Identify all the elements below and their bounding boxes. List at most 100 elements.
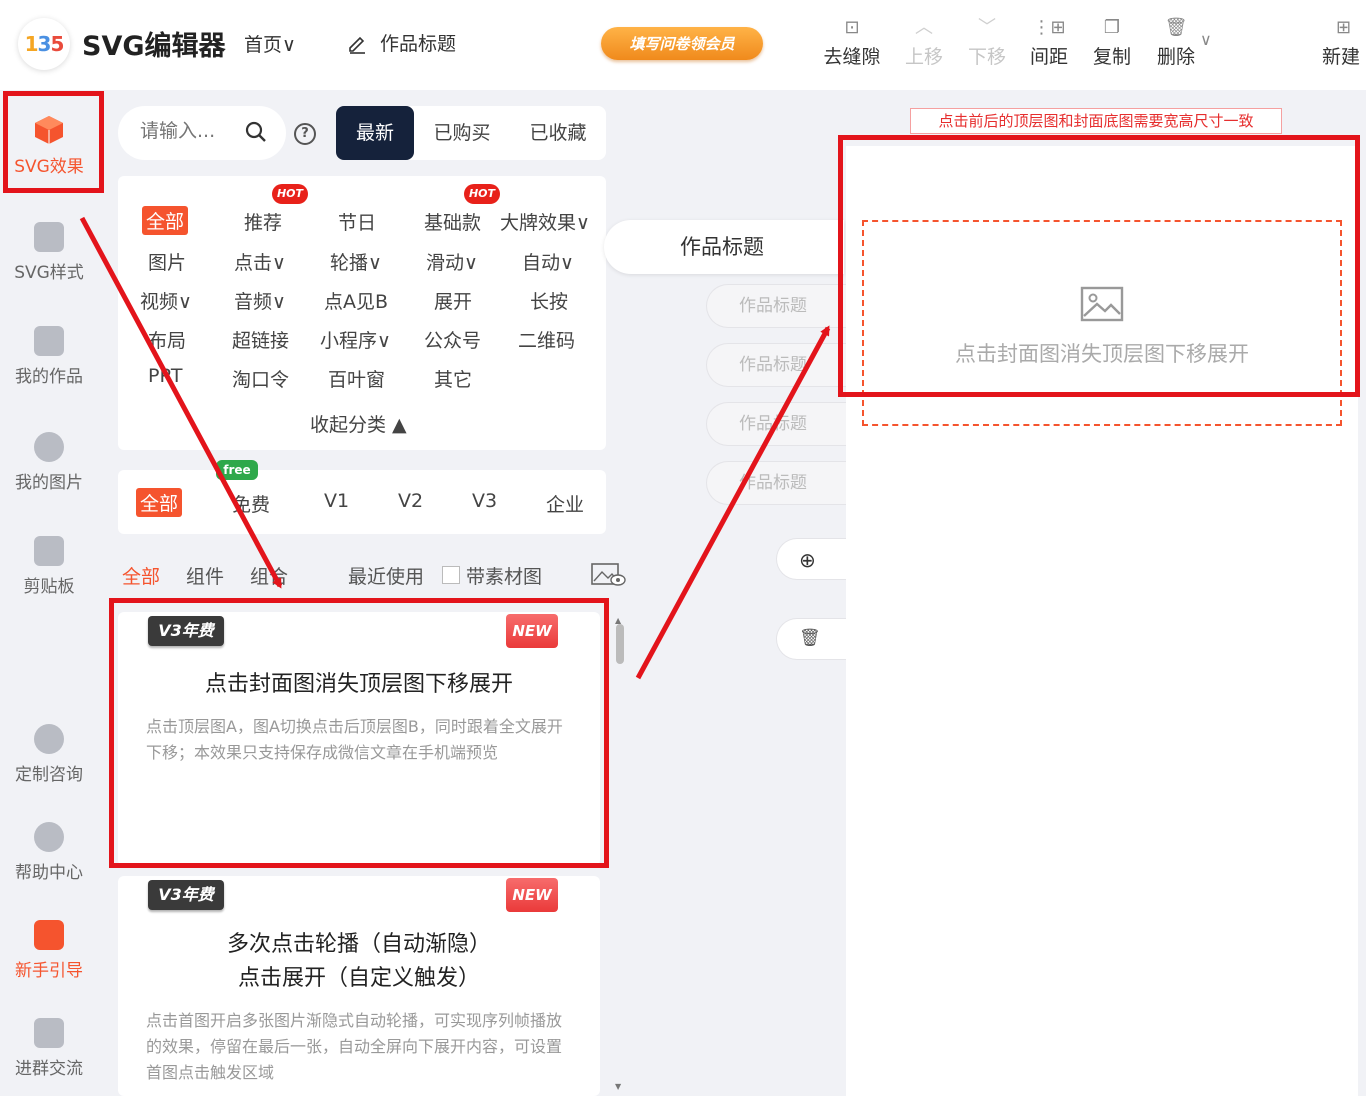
rail-item-help-center[interactable]: 帮助中心 (0, 822, 98, 883)
scroll-down-arrow[interactable]: ▼ (615, 1082, 621, 1091)
rail-label: 我的作品 (15, 367, 83, 387)
category-qr-code[interactable]: 二维码 (518, 326, 575, 353)
filter-with-material[interactable]: 带素材图 (466, 562, 542, 589)
filter-all[interactable]: 全部 (122, 562, 160, 589)
template-title: 点击封面图消失顶层图下移展开 (204, 672, 513, 697)
tool-copy[interactable]: ❐ 复制 (1080, 14, 1144, 69)
add-page-button[interactable]: ⊕ (776, 538, 846, 580)
chevron-down-icon[interactable]: ∨ (1200, 30, 1212, 49)
with-material-checkbox[interactable] (442, 566, 460, 584)
search-input[interactable] (140, 120, 222, 142)
phone-preview[interactable]: 点击封面图消失顶层图下移展开 (846, 146, 1358, 1096)
filter-combination[interactable]: 组合 (250, 562, 288, 589)
page-tab[interactable]: 作品标题 (706, 461, 846, 505)
search-icon[interactable] (244, 120, 268, 144)
category-taobao-code[interactable]: 淘口令 (232, 365, 289, 392)
rail-item-beginner-guide[interactable]: 新手引导 (0, 920, 98, 981)
category-ppt[interactable]: PPT (148, 365, 183, 387)
template-card[interactable]: V3年费 NEW 多次点击轮播（自动渐隐） 点击展开（自定义触发） 点击首图开启… (118, 876, 600, 1096)
category-other[interactable]: 其它 (434, 365, 472, 392)
v3-annual-badge: V3年费 (148, 616, 224, 646)
page-tab[interactable]: 作品标题 (706, 284, 846, 328)
tool-label: 复制 (1092, 46, 1131, 68)
category-click[interactable]: 点击∨ (234, 248, 286, 275)
rail-item-join-group[interactable]: 进群交流 (0, 1018, 98, 1079)
template-title: 多次点击轮播（自动渐隐） (226, 932, 491, 957)
category-audio[interactable]: 音频∨ (234, 287, 286, 314)
template-card[interactable]: V3年费 NEW 点击封面图消失顶层图下移展开 点击顶层图A，图A切换点击后顶层… (118, 612, 600, 866)
question-icon[interactable]: ? (294, 123, 316, 145)
new-badge: NEW (506, 878, 558, 912)
version-enterprise[interactable]: 企业 (546, 490, 584, 517)
page-tab[interactable]: 作品标题 (706, 343, 846, 387)
filter-recent[interactable]: 最近使用 (348, 562, 424, 589)
rail-item-clipboard[interactable]: 剪贴板 (0, 536, 98, 597)
delete-page-button[interactable]: 🗑 (776, 618, 846, 660)
tool-remove-gap[interactable]: ⊡ 去缝隙 (820, 14, 884, 69)
category-expand[interactable]: 展开 (434, 287, 472, 314)
chat-icon (34, 1018, 64, 1048)
category-mini-program[interactable]: 小程序∨ (320, 326, 391, 353)
category-slide[interactable]: 滑动∨ (426, 248, 478, 275)
page-tab-active[interactable]: 作品标题 (604, 220, 844, 274)
version-v3[interactable]: V3 (472, 490, 497, 512)
version-free[interactable]: 免费 (232, 490, 270, 517)
v3-annual-badge: V3年费 (148, 880, 224, 910)
category-auto[interactable]: 自动∨ (522, 248, 574, 275)
version-card: free 全部 免费 V1 V2 V3 企业 (118, 460, 606, 534)
spacing-icon: ⋮⊞ (1032, 17, 1066, 38)
category-carousel[interactable]: 轮播∨ (330, 248, 382, 275)
image-preview-icon[interactable] (590, 562, 626, 588)
category-blinds[interactable]: 百叶窗 (328, 365, 385, 392)
cover-image-dropzone[interactable] (862, 220, 1342, 426)
version-v1[interactable]: V1 (324, 490, 349, 512)
tool-spacing[interactable]: ⋮⊞ 间距 (1017, 14, 1081, 69)
category-long-press[interactable]: 长按 (530, 287, 568, 314)
tab-purchased[interactable]: 已购买 (414, 106, 510, 160)
category-holiday[interactable]: 节日 (338, 208, 376, 235)
rail-item-my-works[interactable]: 我的作品 (0, 326, 98, 387)
category-brand-effects[interactable]: 大牌效果∨ (500, 208, 590, 235)
filter-row: 全部 组件 组合 最近使用 带素材图 (122, 562, 626, 592)
category-video[interactable]: 视频∨ (140, 287, 192, 314)
tab-latest[interactable]: 最新 (336, 106, 414, 160)
tool-new[interactable]: ⊞ 新建 (1322, 14, 1366, 69)
version-v2[interactable]: V2 (398, 490, 423, 512)
logo-icon[interactable]: 135 (18, 18, 70, 70)
rail-label: 定制咨询 (15, 765, 83, 785)
template-description: 点击顶层图A，图A切换点击后顶层图B，同时跟着全文展开下移；本效果只支持保存成微… (146, 717, 563, 762)
rail-item-svg-effects[interactable]: SVG效果 (0, 114, 98, 177)
gap-icon: ⊡ (844, 17, 860, 38)
rail-label: 新手引导 (15, 961, 83, 981)
rail-item-svg-styles[interactable]: SVG样式 (0, 222, 98, 283)
category-layout[interactable]: 布局 (148, 326, 186, 353)
category-all[interactable]: 全部 (142, 206, 189, 235)
left-rail: SVG效果 SVG样式 我的作品 我的图片 剪贴板 定制咨询 帮助中心 新手引导… (0, 90, 98, 1096)
category-click-a-see-b[interactable]: 点A见B (324, 287, 388, 314)
rail-item-consulting[interactable]: 定制咨询 (0, 724, 98, 785)
category-recommended[interactable]: 推荐 (244, 208, 282, 235)
tool-move-up[interactable]: ︿ 上移 (892, 14, 956, 69)
filter-component[interactable]: 组件 (186, 562, 224, 589)
tool-delete[interactable]: 🗑 删除 (1144, 14, 1208, 69)
page-tab[interactable]: 作品标题 (706, 402, 846, 446)
tool-label: 下移 (967, 46, 1006, 68)
new-file-icon: ⊞ (1336, 17, 1352, 38)
survey-promo-button[interactable]: 填写问卷领会员 (601, 27, 763, 60)
category-basic[interactable]: 基础款 (424, 208, 481, 235)
scrollbar-thumb[interactable] (616, 624, 624, 664)
home-menu[interactable]: 首页∨ (244, 30, 296, 57)
rail-item-my-images[interactable]: 我的图片 (0, 432, 98, 493)
collapse-label: 收起分类 (310, 414, 387, 436)
hot-badge: HOT (464, 184, 500, 204)
category-official-account[interactable]: 公众号 (424, 326, 481, 353)
collapse-categories[interactable]: 收起分类 ▲ (310, 410, 407, 437)
trash-icon: 🗑 (799, 628, 821, 648)
edit-work-title[interactable]: 作品标题 (346, 29, 456, 56)
version-all[interactable]: 全部 (136, 488, 183, 517)
tab-favorited[interactable]: 已收藏 (510, 106, 606, 160)
category-hyperlink[interactable]: 超链接 (232, 326, 289, 353)
cloud-upload-icon (34, 432, 64, 462)
tool-move-down[interactable]: ﹀ 下移 (955, 14, 1019, 69)
category-image[interactable]: 图片 (148, 248, 186, 275)
